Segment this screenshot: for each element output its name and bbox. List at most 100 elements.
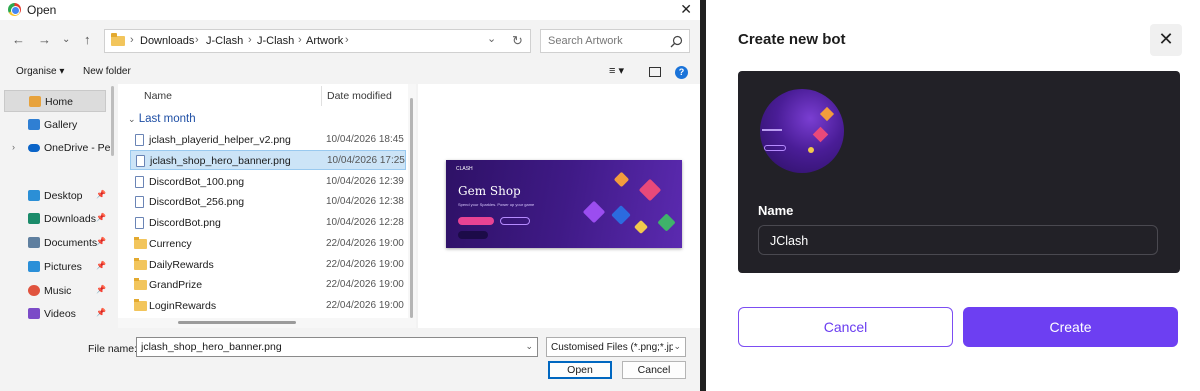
file-date: 10/04/2026 18:45 [326,134,404,145]
list-item[interactable]: GrandPrize 22/04/2026 19:00 [130,275,406,295]
sidebar-item-gallery[interactable]: Gallery [4,114,106,136]
sidebar-item-label: Home [45,96,74,108]
preview-decoration [458,231,488,239]
up-arrow-icon[interactable]: ↑ [84,32,91,47]
scrollbar-thumb[interactable] [111,86,114,156]
sidebar-item-documents[interactable]: Documents 📌 [4,232,106,254]
close-icon[interactable]: ✕ [1150,24,1182,56]
sidebar-item-label: Videos [44,308,76,320]
sidebar-scrollbar[interactable] [110,84,115,324]
list-item[interactable]: jclash_playerid_helper_v2.png 10/04/2026… [130,130,406,150]
sidebar-item-pictures[interactable]: Pictures 📌 [4,256,106,278]
list-item[interactable]: DiscordBot.png 10/04/2026 12:28 [130,213,406,233]
file-name: jclash_playerid_helper_v2.png [149,134,291,146]
preview-pane: CLASH Gem Shop Spend your Sparkles. Powe… [418,84,700,328]
open-button[interactable]: Open [548,361,612,379]
sidebar-item-onedrive[interactable]: › OneDrive - Per [4,137,114,159]
view-options-button[interactable]: ≡ ▾ [609,64,624,77]
column-header-date[interactable]: Date modified [327,90,392,102]
recent-locations-icon[interactable]: ⌄ [62,34,70,45]
create-button[interactable]: Create [963,307,1178,347]
list-item-selected[interactable]: jclash_shop_hero_banner.png 10/04/2026 1… [130,150,406,170]
gem-icon [611,205,631,225]
help-icon[interactable]: ? [675,66,688,79]
list-item[interactable]: Currency 22/04/2026 19:00 [130,234,406,254]
downloads-icon [28,213,40,224]
address-bar[interactable]: › Downloads › J-Clash › J-Clash › Artwor… [104,29,531,53]
horizontal-scrollbar[interactable] [118,318,408,328]
image-file-icon [135,196,144,208]
breadcrumb-jclash-sub[interactable]: J-Clash [257,35,294,47]
forward-arrow-icon[interactable]: → [38,32,51,47]
dialog-cancel-button[interactable]: Cancel [622,361,686,379]
file-open-dialog: Open ✕ ← → ⌄ ↑ › Downloads › J-Clash › J… [0,0,700,391]
new-folder-button[interactable]: New folder [83,66,131,77]
image-file-icon [135,134,144,146]
search-icon [670,35,683,48]
preview-image: CLASH Gem Shop Spend your Sparkles. Powe… [446,160,682,248]
videos-icon [28,308,40,319]
desktop-icon [28,190,40,201]
filename-input[interactable]: jclash_shop_hero_banner.png ⌄ [136,337,538,357]
pin-icon: 📌 [96,190,106,199]
close-icon[interactable]: ✕ [680,1,692,18]
breadcrumb-artwork[interactable]: Artwork [306,35,343,47]
preview-subtitle: Spend your Sparkles. Power up your game [458,202,535,207]
list-item[interactable]: DiscordBot_256.png 10/04/2026 12:38 [130,192,406,212]
sidebar-item-downloads[interactable]: Downloads 📌 [4,208,106,230]
column-header-name[interactable]: Name [144,90,172,102]
list-item[interactable]: DailyRewards 22/04/2026 19:00 [130,255,406,275]
back-arrow-icon[interactable]: ← [12,32,25,47]
scrollbar-thumb[interactable] [410,98,413,318]
scrollbar-thumb[interactable] [178,321,296,324]
gem-icon [613,171,630,188]
chevron-down-icon[interactable]: ⌄ [525,341,533,352]
sidebar-item-videos[interactable]: Videos 📌 [4,303,106,325]
pin-icon: 📌 [96,308,106,317]
filetype-select[interactable]: Customised Files (*.png;*.jpg ⌄ [546,337,686,357]
sidebar-item-home[interactable]: Home [4,90,106,112]
bot-avatar[interactable] [760,89,844,173]
column-divider[interactable] [321,86,322,106]
preview-pane-icon[interactable] [649,67,661,77]
chevron-down-icon[interactable]: ⌄ [487,32,496,45]
breadcrumb-separator: › [298,34,302,46]
search-box[interactable]: Search Artwork [540,29,690,53]
vertical-scrollbar[interactable] [408,84,416,328]
file-name: jclash_shop_hero_banner.png [150,155,291,167]
preview-brand: CLASH [456,166,473,172]
breadcrumb-jclash[interactable]: J-Clash [206,35,243,47]
list-item[interactable]: LoginRewards 22/04/2026 19:00 [130,296,406,316]
dialog-toolbar: Organise ▾ New folder ≡ ▾ ? [0,60,700,84]
pin-icon: 📌 [96,261,106,270]
expand-chevron-icon[interactable]: › [12,142,15,152]
sidebar-item-desktop[interactable]: Desktop 📌 [4,185,106,207]
pin-icon: 📌 [96,213,106,222]
file-date: 10/04/2026 12:28 [326,217,404,228]
sidebar-item-music[interactable]: Music 📌 [4,280,106,302]
image-file-icon [135,176,144,188]
breadcrumb-separator: › [345,34,349,46]
bot-name-input[interactable]: JClash [758,225,1158,255]
dialog-titlebar: Open ✕ [0,0,700,20]
gem-icon [633,219,649,235]
preview-decoration [500,217,530,225]
folder-icon [111,33,125,46]
chrome-icon [8,3,21,16]
group-header[interactable]: ⌄ Last month [128,113,196,125]
refresh-icon[interactable]: ↻ [512,33,523,49]
file-name: DiscordBot_256.png [149,196,245,208]
sidebar-item-label: Pictures [44,261,82,273]
file-name: DiscordBot.png [149,217,221,229]
sidebar-item-label: Music [44,285,72,297]
pin-icon: 📌 [96,237,106,246]
cancel-button[interactable]: Cancel [738,307,953,347]
navigation-bar: ← → ⌄ ↑ › Downloads › J-Clash › J-Clash … [0,24,700,58]
list-item[interactable]: DiscordBot_100.png 10/04/2026 12:39 [130,172,406,192]
organise-menu[interactable]: Organise ▾ [16,66,64,77]
group-collapse-icon[interactable]: ⌄ [128,114,136,124]
chevron-down-icon[interactable]: ⌄ [673,341,681,352]
breadcrumb-downloads[interactable]: Downloads [140,35,194,47]
modal-title: Create new bot [738,31,846,48]
decoration-line [762,129,782,131]
